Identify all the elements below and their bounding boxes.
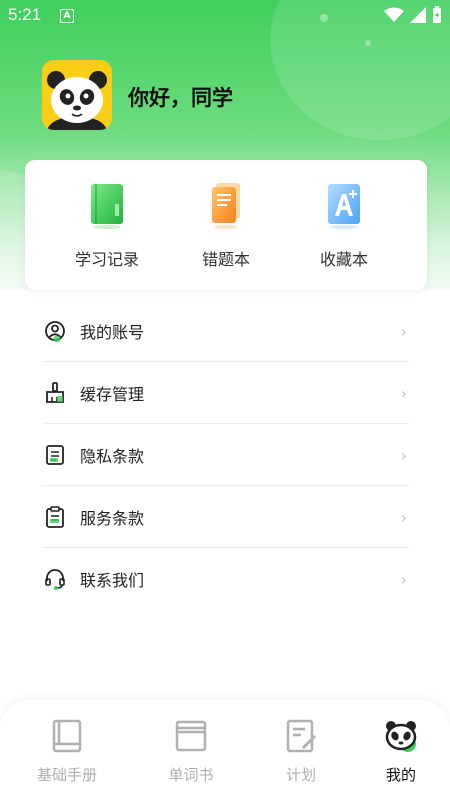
tab-label: 单词书 <box>168 766 214 784</box>
menu-item-service-terms[interactable]: 服务条款 › <box>42 486 409 548</box>
decor-dot <box>365 40 371 46</box>
blue-a-plus-icon <box>328 184 360 229</box>
status-bar: 5:21 A <box>0 0 450 30</box>
document-icon <box>46 444 64 465</box>
orange-notebook-icon <box>212 183 240 229</box>
chevron-right-icon: › <box>400 322 407 341</box>
menu-item-my-account[interactable]: 我的账号 › <box>42 300 409 362</box>
battery-icon <box>433 6 441 23</box>
broom-icon <box>46 381 64 403</box>
quick-actions-card: 学习记录 错题本 收藏本 <box>25 160 427 290</box>
panda-icon <box>385 721 417 752</box>
tab-wordbook[interactable]: 单词书 <box>141 718 241 785</box>
clipboard-icon <box>46 505 64 528</box>
tab-label: 计划 <box>285 766 316 784</box>
chevron-right-icon: › <box>400 508 407 527</box>
quick-action-label: 学习记录 <box>74 250 139 269</box>
menu-item-label: 隐私条款 <box>80 446 145 466</box>
signal-icon <box>410 7 426 23</box>
wifi-icon <box>384 7 404 22</box>
green-book-icon <box>91 184 123 229</box>
status-time: 5:21 <box>8 5 42 24</box>
quick-action-label: 错题本 <box>201 250 250 269</box>
tab-plan[interactable]: 计划 <box>251 718 351 785</box>
menu-item-label: 联系我们 <box>80 570 145 590</box>
panda-avatar-icon <box>42 60 112 130</box>
menu-item-contact-us[interactable]: 联系我们 › <box>42 548 409 609</box>
book-icon <box>175 720 207 752</box>
quick-action-label: 收藏本 <box>319 250 368 269</box>
tab-basic-manual[interactable]: 基础手册 <box>17 718 117 785</box>
chevron-right-icon: › <box>400 384 407 403</box>
menu-item-cache-management[interactable]: 缓存管理 › <box>42 362 409 424</box>
menu-item-label: 服务条款 <box>80 508 145 528</box>
bottom-tab-bar: 基础手册 单词书 计划 我的 <box>0 700 450 800</box>
tab-mine[interactable]: 我的 <box>351 718 450 785</box>
favorites-button[interactable]: 收藏本 <box>284 180 404 270</box>
headset-icon <box>45 568 65 590</box>
menu-item-privacy-terms[interactable]: 隐私条款 › <box>42 424 409 486</box>
plan-icon <box>286 719 317 753</box>
settings-menu: 我的账号 › 缓存管理 › 隐私条款 › 服务条款 › 联系我们 › <box>42 300 409 609</box>
user-circle-icon <box>45 320 65 342</box>
avatar[interactable] <box>42 60 112 130</box>
chevron-right-icon: › <box>400 446 407 465</box>
chevron-right-icon: › <box>400 570 407 589</box>
menu-item-label: 我的账号 <box>80 322 145 342</box>
menu-item-label: 缓存管理 <box>80 384 145 404</box>
wrong-answers-button[interactable]: 错题本 <box>166 180 286 270</box>
tab-label: 基础手册 <box>36 766 97 784</box>
study-record-button[interactable]: 学习记录 <box>47 180 167 270</box>
tab-label: 我的 <box>385 766 416 784</box>
greeting-text: 你好，同学 <box>128 86 233 110</box>
manual-icon <box>52 719 82 753</box>
notification-a-icon: A <box>60 9 74 23</box>
